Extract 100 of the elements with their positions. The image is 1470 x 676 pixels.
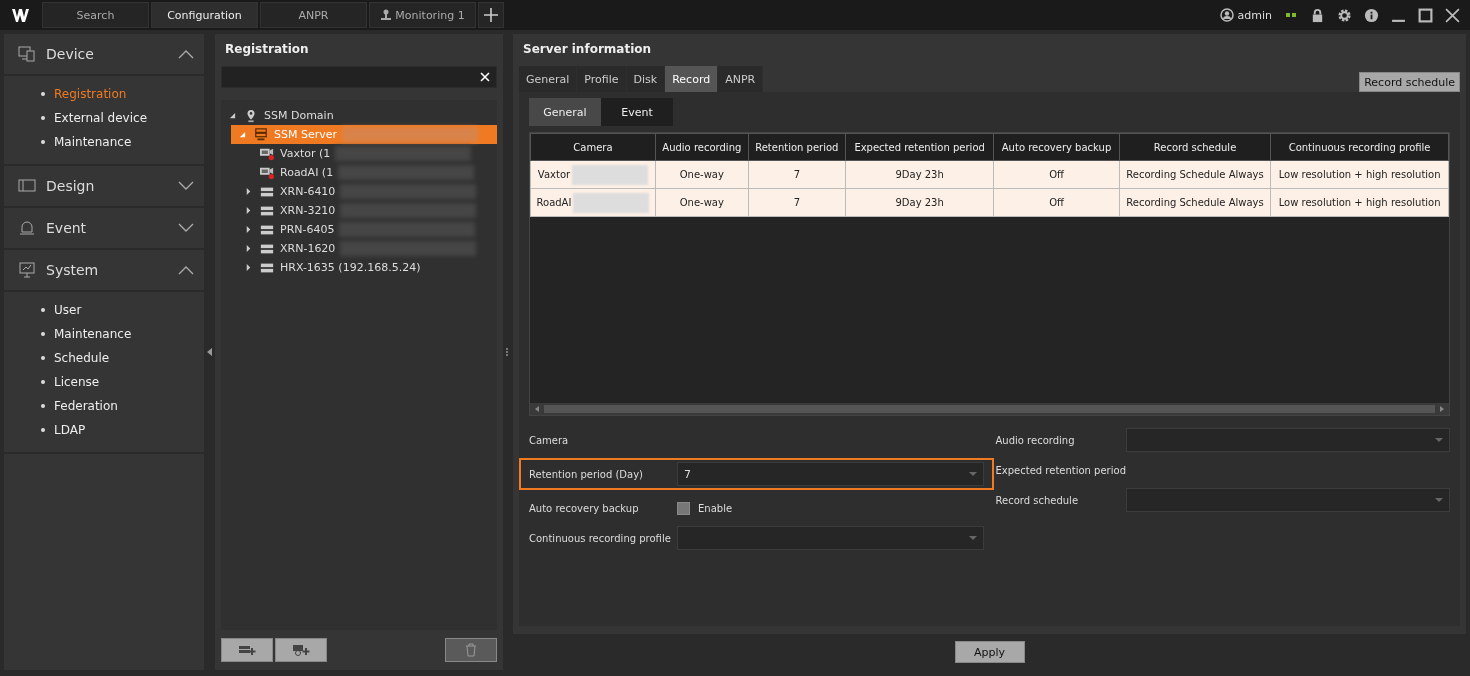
add-camera-button[interactable]: [275, 638, 327, 662]
sidebar-item[interactable]: Federation: [54, 399, 118, 413]
tree-item[interactable]: SSM Domain: [221, 106, 497, 125]
trash-icon: [465, 643, 477, 657]
tree-item-label: XRN-1620: [280, 242, 336, 255]
monitor-icon: [18, 261, 36, 279]
bullet-icon: [41, 356, 45, 360]
scroll-right-icon[interactable]: [1439, 406, 1445, 412]
caret-icon: [1435, 438, 1443, 442]
tree-item[interactable]: XRN-3210: [237, 201, 497, 220]
scroll-left-icon[interactable]: [534, 406, 540, 412]
tree-item[interactable]: XRN-6410: [237, 182, 497, 201]
sidebar-item[interactable]: Maintenance: [54, 327, 132, 341]
retention-dropdown[interactable]: 7: [677, 462, 984, 486]
maximize-icon[interactable]: [1418, 7, 1433, 23]
top-tab[interactable]: Configuration: [151, 2, 258, 28]
lock-icon[interactable]: [1310, 7, 1325, 23]
sidebar-section[interactable]: Design: [4, 166, 204, 208]
record-schedule-button[interactable]: Record schedule: [1359, 72, 1460, 92]
tree-item-label: RoadAI (1: [280, 166, 334, 179]
table-cell: Low resolution + high resolution: [1270, 160, 1449, 189]
table-cell: Low resolution + high resolution: [1270, 188, 1449, 217]
add-tab-button[interactable]: [478, 2, 504, 28]
table-cell: 7: [748, 160, 846, 189]
collapsed-arrow-icon[interactable]: [245, 264, 252, 271]
column-header[interactable]: Camera: [530, 133, 656, 161]
tab[interactable]: Record: [665, 66, 719, 92]
column-header[interactable]: Expected retention period: [845, 133, 994, 161]
bullet-icon: [41, 380, 45, 384]
sidebar-section[interactable]: System: [4, 250, 204, 292]
enable-checkbox[interactable]: [677, 501, 690, 515]
top-tab[interactable]: Search: [42, 2, 149, 28]
sidebar-item[interactable]: External device: [54, 111, 148, 125]
horizontal-scrollbar[interactable]: [530, 403, 1449, 415]
person-icon: [380, 9, 393, 21]
sub-tab[interactable]: Event: [601, 98, 673, 126]
expanded-arrow-icon[interactable]: [229, 112, 236, 119]
tree-item-label: XRN-3210: [280, 204, 336, 217]
clear-icon[interactable]: [480, 72, 490, 82]
table-cell: Recording Schedule Always: [1119, 188, 1271, 217]
top-tab[interactable]: Monitoring 1: [369, 2, 476, 28]
field-label: Audio recording: [995, 434, 1076, 446]
tab[interactable]: Profile: [577, 66, 627, 92]
tree-item[interactable]: HRX-1635 (192.168.5.24): [237, 258, 497, 277]
sidebar-item[interactable]: User: [54, 303, 82, 317]
signal-icon: [1286, 12, 1298, 18]
column-header[interactable]: Auto recovery backup: [993, 133, 1120, 161]
add-recorder-icon: [238, 644, 256, 656]
table-cell: 9Day 23h: [845, 188, 994, 217]
bullet-icon: [41, 332, 45, 336]
sidebar-item[interactable]: LDAP: [54, 423, 86, 437]
column-header[interactable]: Retention period: [748, 133, 846, 161]
column-header[interactable]: Continuous recording profile: [1270, 133, 1449, 161]
collapsed-arrow-icon[interactable]: [245, 188, 252, 195]
column-header[interactable]: Audio recording: [655, 133, 749, 161]
add-recorder-button[interactable]: [221, 638, 273, 662]
info-icon[interactable]: [1364, 7, 1379, 23]
caret-icon: [968, 536, 977, 540]
tree-item-label: Vaxtor (1: [280, 147, 331, 160]
add-camera-icon: [292, 644, 310, 656]
bell-icon: [18, 219, 36, 237]
tree-item-label: SSM Server: [274, 128, 338, 141]
tree-item-label: HRX-1635 (192.168.5.24): [280, 261, 421, 274]
tree-item[interactable]: RoadAI (1: [237, 163, 497, 182]
apply-button[interactable]: Apply: [954, 641, 1025, 663]
plus-icon: [484, 8, 498, 22]
sidebar-item[interactable]: Registration: [54, 87, 127, 101]
bullet-icon: [41, 92, 45, 96]
settings-icon[interactable]: [1337, 7, 1352, 23]
sidebar-item[interactable]: Schedule: [54, 351, 110, 365]
field-label: Retention period (Day): [529, 468, 644, 480]
column-header[interactable]: Record schedule: [1119, 133, 1271, 161]
user-icon: [1219, 8, 1234, 22]
field-label: Continuous recording profile: [529, 532, 672, 544]
layout-icon: [18, 177, 36, 195]
sidebar-section[interactable]: Device: [4, 34, 204, 76]
top-tab[interactable]: ANPR: [260, 2, 367, 28]
table-cell: One-way: [655, 160, 749, 189]
table-cell: Recording Schedule Always: [1119, 160, 1271, 189]
field-label: Camera: [529, 434, 569, 446]
tree-item-label: XRN-6410: [280, 185, 336, 198]
tree-item[interactable]: Vaxtor (1: [237, 144, 497, 163]
collapsed-arrow-icon[interactable]: [245, 245, 252, 252]
panel-title: Server information: [522, 41, 653, 58]
search-field[interactable]: [221, 66, 497, 88]
table-cell: 9Day 23h: [845, 160, 994, 189]
resize-handle[interactable]: [506, 348, 510, 356]
close-icon[interactable]: [1445, 7, 1460, 23]
tree-item[interactable]: PRN-6405: [237, 220, 497, 239]
sidebar-section[interactable]: Event: [4, 208, 204, 250]
sub-tab[interactable]: General: [529, 98, 601, 126]
tab[interactable]: Disk: [626, 66, 666, 92]
tree-item[interactable]: XRN-1620: [237, 239, 497, 258]
sidebar-item[interactable]: License: [54, 375, 100, 389]
sidebar-item[interactable]: Maintenance: [54, 135, 132, 149]
tab[interactable]: General: [519, 66, 578, 92]
collapsed-arrow-icon[interactable]: [245, 207, 252, 214]
tab[interactable]: ANPR: [718, 66, 764, 92]
collapsed-arrow-icon[interactable]: [245, 226, 252, 233]
bullet-icon: [41, 116, 45, 120]
